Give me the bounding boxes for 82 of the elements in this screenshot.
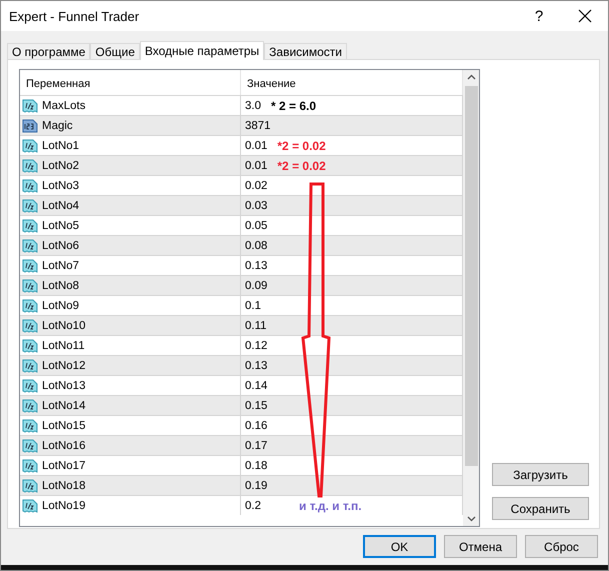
- scroll-up-icon: [466, 74, 476, 80]
- close-icon: [578, 9, 592, 23]
- window-title: Expert - Funnel Trader: [9, 8, 140, 24]
- parameter-name: LotNo3: [42, 180, 80, 192]
- parameter-name: LotNo10: [42, 320, 86, 332]
- parameter-name: LotNo1: [42, 140, 80, 152]
- help-button[interactable]: ?: [516, 1, 562, 31]
- parameter-value: 0.01: [244, 160, 268, 172]
- parameter-value: 0.15: [244, 400, 268, 412]
- parameter-value: 0.12: [244, 340, 268, 352]
- fraction-icon: [22, 278, 38, 292]
- annotation-text: * 2 = 6.0: [271, 98, 316, 112]
- fraction-icon: [22, 418, 38, 432]
- parameter-value: 0.05: [244, 220, 268, 232]
- tab[interactable]: Общие: [90, 43, 140, 59]
- parameter-value: 0.01: [244, 140, 268, 152]
- tab[interactable]: Зависимости: [264, 43, 347, 59]
- fraction-icon: [22, 238, 38, 252]
- parameter-name: LotNo2: [42, 160, 80, 172]
- parameter-name: LotNo16: [42, 440, 86, 452]
- dialog-button[interactable]: OK: [363, 535, 436, 558]
- parameter-value: 0.03: [244, 200, 268, 212]
- parameter-value: 3871: [244, 120, 271, 132]
- fraction-icon: [22, 438, 38, 452]
- parameter-value: 3.0: [244, 100, 261, 112]
- load-button[interactable]: Загрузить: [492, 463, 589, 486]
- annotation-text: и т.д. и т.п.: [299, 498, 362, 512]
- parameter-name: LotNo18: [42, 480, 86, 492]
- fraction-icon: [22, 158, 38, 172]
- scroll-down-icon: [466, 516, 476, 522]
- parameter-name: LotNo7: [42, 260, 80, 272]
- annotation-text: *2 = 0.02: [277, 138, 326, 152]
- parameter-value: 0.18: [244, 460, 268, 472]
- parameter-name: LotNo4: [42, 200, 80, 212]
- fraction-icon: [22, 398, 38, 412]
- fraction-icon: [22, 478, 38, 492]
- save-button[interactable]: Сохранить: [492, 497, 589, 520]
- fraction-icon: [22, 198, 38, 212]
- parameter-name: LotNo15: [42, 420, 86, 432]
- annotation-text: *2 = 0.02: [277, 158, 326, 172]
- tab[interactable]: О программе: [7, 43, 90, 59]
- parameter-name: LotNo8: [42, 280, 80, 292]
- parameter-name: LotNo5: [42, 220, 80, 232]
- parameter-name: LotNo13: [42, 380, 86, 392]
- fraction-icon: [22, 178, 38, 192]
- parameter-name: LotNo19: [42, 500, 86, 512]
- parameter-value: 0.16: [244, 420, 268, 432]
- dialog-button[interactable]: Сброс: [525, 535, 598, 558]
- tab[interactable]: Входные параметры: [140, 41, 264, 60]
- fraction-icon: [22, 378, 38, 392]
- fraction-icon: [22, 218, 38, 232]
- parameter-value: 0.19: [244, 480, 268, 492]
- fraction-icon: [22, 498, 38, 512]
- parameter-value: 0.09: [244, 280, 268, 292]
- parameter-name: LotNo12: [42, 360, 86, 372]
- fraction-icon: [22, 358, 38, 372]
- fraction-icon: [22, 138, 38, 152]
- number-icon: [22, 118, 38, 132]
- parameter-name: MaxLots: [42, 100, 86, 112]
- parameter-value: 0.02: [244, 180, 268, 192]
- parameter-value: 0.14: [244, 380, 268, 392]
- parameter-value: 0.17: [244, 440, 268, 452]
- parameter-value: 0.08: [244, 240, 268, 252]
- fraction-icon: [22, 458, 38, 472]
- scrollbar[interactable]: [463, 70, 479, 526]
- parameter-name: Magic: [42, 120, 73, 132]
- fraction-icon: [22, 258, 38, 272]
- parameter-value: 0.1: [244, 300, 261, 312]
- parameter-value: 0.11: [244, 320, 267, 332]
- parameter-name: LotNo6: [42, 240, 80, 252]
- fraction-icon: [22, 298, 38, 312]
- parameter-value: 0.13: [244, 260, 268, 272]
- parameter-name: LotNo17: [42, 460, 86, 472]
- parameter-name: LotNo14: [42, 400, 86, 412]
- parameter-value: 0.2: [244, 500, 261, 512]
- fraction-icon: [22, 338, 38, 352]
- parameter-value: 0.13: [244, 360, 268, 372]
- fraction-icon: [22, 98, 38, 112]
- fraction-icon: [22, 318, 38, 332]
- dialog-button[interactable]: Отмена: [444, 535, 517, 558]
- parameter-name: LotNo11: [42, 340, 85, 352]
- parameter-name: LotNo9: [42, 300, 80, 312]
